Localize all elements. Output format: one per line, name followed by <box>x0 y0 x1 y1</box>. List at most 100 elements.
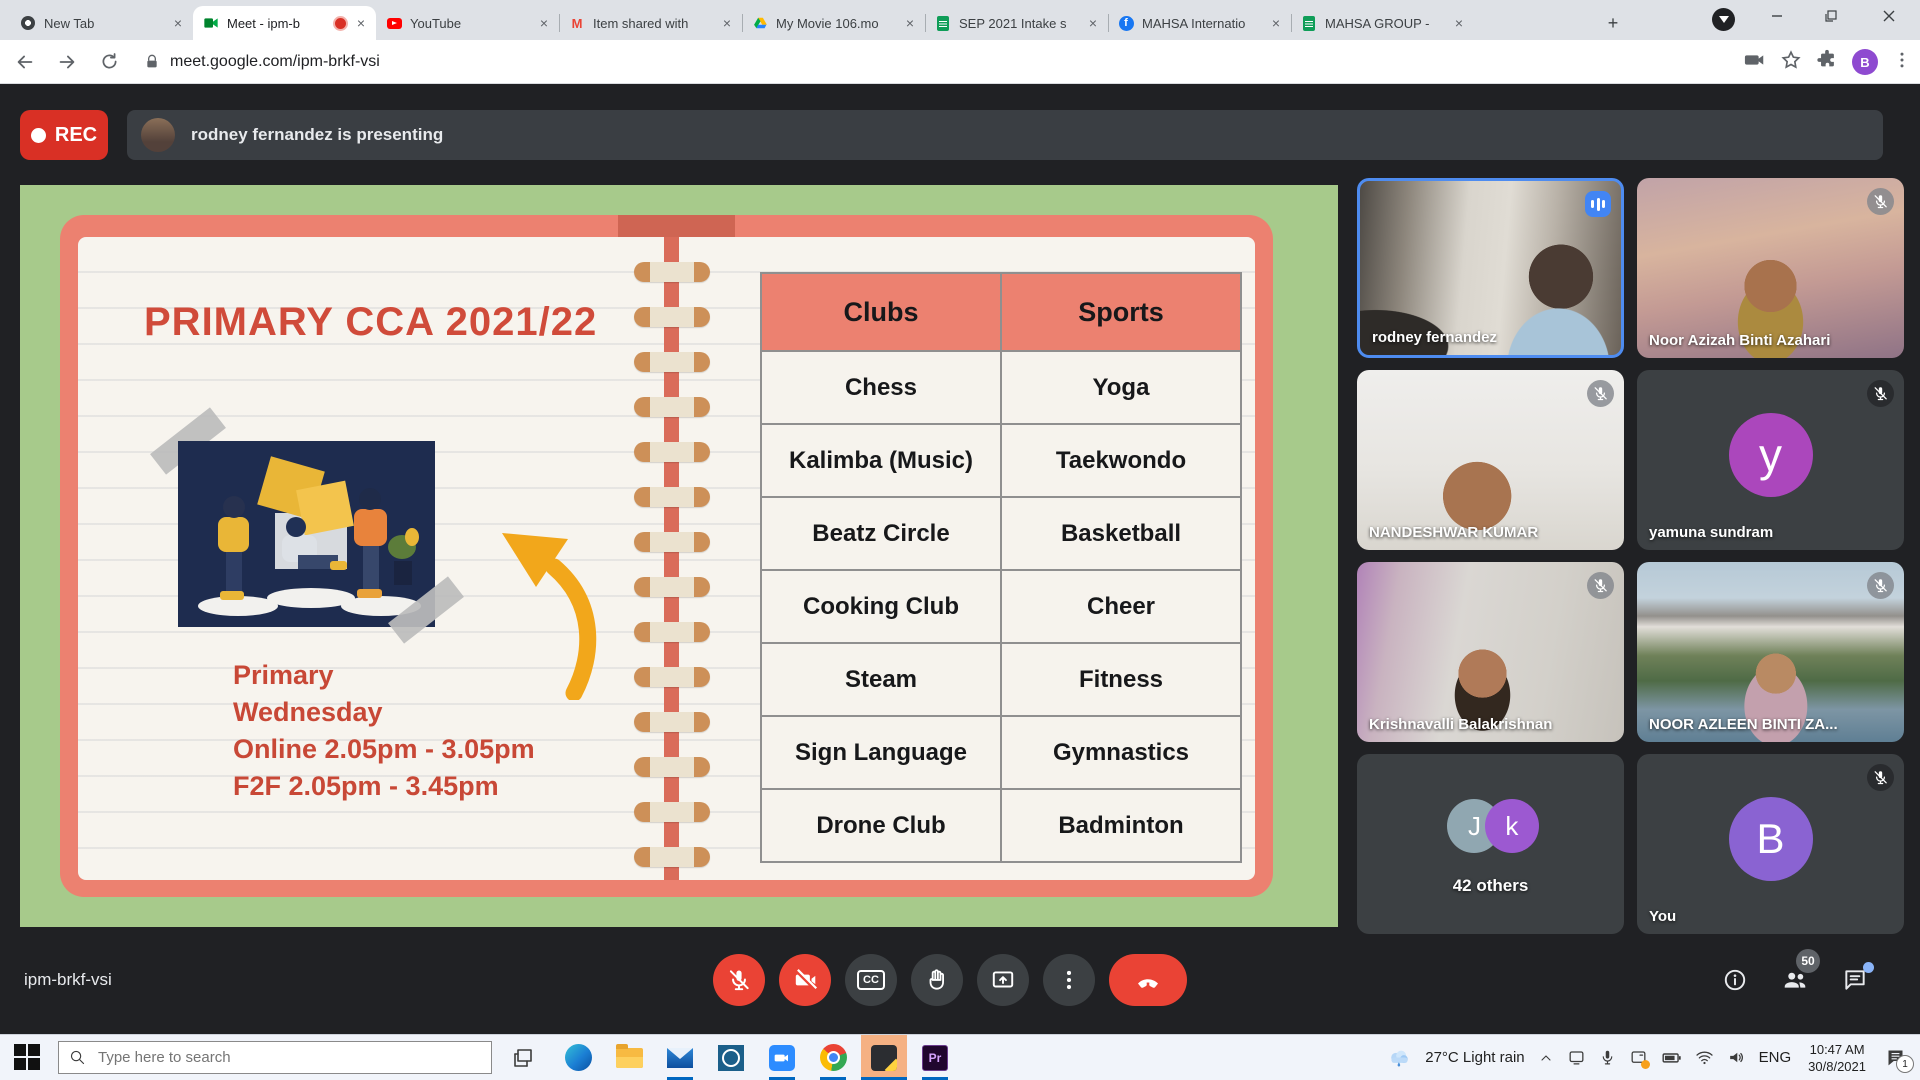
participant-name: yamuna sundram <box>1649 524 1773 541</box>
close-icon[interactable]: × <box>352 14 370 32</box>
tab-sheets-sep-intake[interactable]: SEP 2021 Intake s × <box>925 6 1108 40</box>
avatar: B <box>1729 797 1813 881</box>
participant-name: NANDESHWAR KUMAR <box>1369 524 1538 541</box>
tab-drive-movie[interactable]: My Movie 106.mo × <box>742 6 925 40</box>
tray-touchpad-icon[interactable] <box>1629 1048 1648 1067</box>
recording-dot-icon <box>333 16 348 31</box>
participant-tile-noor-azleen[interactable]: NOOR AZLEEN BINTI ZA... <box>1637 562 1904 742</box>
meeting-details-button[interactable] <box>1720 965 1750 995</box>
omnibox[interactable]: meet.google.com/ipm-brkf-vsi <box>144 53 380 71</box>
tab-title: My Movie 106.mo <box>776 16 901 31</box>
titlebar-extension-icon[interactable] <box>1712 8 1735 31</box>
close-icon[interactable]: × <box>169 14 187 32</box>
cast-icon[interactable] <box>1567 1048 1586 1067</box>
raise-hand-button[interactable] <box>911 954 963 1006</box>
notification-count-badge: 1 <box>1896 1055 1914 1073</box>
taskbar-video-app-icon[interactable] <box>759 1035 805 1080</box>
close-icon[interactable]: × <box>535 14 553 32</box>
tray-chevron-up-icon[interactable] <box>1538 1050 1554 1066</box>
taskbar-active-app-icon[interactable] <box>861 1035 907 1080</box>
wifi-icon[interactable] <box>1695 1048 1714 1067</box>
participant-name: You <box>1649 908 1676 925</box>
tab-facebook-mahsa[interactable]: f MAHSA Internatio × <box>1108 6 1291 40</box>
volume-icon[interactable] <box>1727 1048 1746 1067</box>
window-close-button[interactable] <box>1866 0 1912 32</box>
participant-tile-yamuna[interactable]: y yamuna sundram <box>1637 370 1904 550</box>
participant-tile-nandeshwar[interactable]: NANDESHWAR KUMAR <box>1357 370 1624 550</box>
participant-tile-others[interactable]: J k 42 others <box>1357 754 1624 934</box>
start-button[interactable] <box>14 1044 42 1072</box>
reload-button[interactable] <box>92 45 126 79</box>
participant-tile-rodney[interactable]: rodney fernandez <box>1357 178 1624 358</box>
date-text: 30/8/2021 <box>1808 1058 1866 1075</box>
window-maximize-button[interactable] <box>1808 0 1854 32</box>
taskbar-mail-icon[interactable] <box>657 1035 703 1080</box>
tab-title: Item shared with <box>593 16 718 31</box>
tab-sheets-mahsa-group[interactable]: MAHSA GROUP - × <box>1291 6 1474 40</box>
back-button[interactable] <box>8 45 42 79</box>
weather-text[interactable]: 27°C Light rain <box>1425 1049 1524 1066</box>
recording-badge: REC <box>20 110 108 160</box>
participant-tile-krishnavalli[interactable]: Krishnavalli Balakrishnan <box>1357 562 1624 742</box>
notification-center-icon[interactable]: 1 <box>1885 1047 1906 1068</box>
tab-camera-in-use-icon[interactable] <box>1744 49 1766 76</box>
schedule-text: Primary Wednesday Online 2.05pm - 3.05pm… <box>233 657 535 805</box>
forward-button[interactable] <box>50 45 84 79</box>
tab-youtube[interactable]: YouTube × <box>376 6 559 40</box>
rec-dot-icon <box>31 128 46 143</box>
browser-menu-kebab-icon[interactable] <box>1892 50 1912 75</box>
new-tab-button[interactable]: + <box>1600 10 1626 36</box>
captions-button[interactable]: CC <box>845 954 897 1006</box>
language-indicator[interactable]: ENG <box>1759 1049 1792 1066</box>
drive-icon <box>752 15 768 31</box>
chat-button[interactable] <box>1840 965 1870 995</box>
taskbar-edge-icon[interactable] <box>555 1035 601 1080</box>
close-icon[interactable]: × <box>1267 14 1285 32</box>
extensions-puzzle-icon[interactable] <box>1816 49 1838 76</box>
participant-tile-you[interactable]: B You <box>1637 754 1904 934</box>
facebook-icon: f <box>1118 15 1134 31</box>
task-view-button[interactable] <box>500 1035 546 1080</box>
tab-gmail-item[interactable]: M Item shared with × <box>559 6 742 40</box>
mic-mute-button[interactable] <box>713 954 765 1006</box>
weather-icon[interactable] <box>1386 1045 1412 1071</box>
browser-profile-avatar[interactable]: B <box>1852 49 1878 75</box>
url-text[interactable]: meet.google.com/ipm-brkf-vsi <box>170 53 380 71</box>
taskbar-clock[interactable]: 10:47 AM 30/8/2021 <box>1808 1041 1866 1075</box>
taskbar-dell-icon[interactable] <box>708 1035 754 1080</box>
close-icon[interactable]: × <box>1450 14 1468 32</box>
mic-off-icon <box>1587 572 1614 599</box>
mic-off-icon <box>1867 764 1894 791</box>
close-icon[interactable]: × <box>718 14 736 32</box>
tray-mic-icon[interactable] <box>1599 1049 1616 1066</box>
schedule-line: Wednesday <box>233 694 535 731</box>
taskbar-premiere-icon[interactable]: Pr <box>912 1035 958 1080</box>
participants-button[interactable]: 50 <box>1780 965 1810 995</box>
search-input[interactable] <box>96 1048 460 1067</box>
cc-icon: CC <box>857 970 885 990</box>
speaking-indicator-icon <box>1585 191 1611 217</box>
gmail-icon: M <box>569 15 585 31</box>
youtube-icon <box>386 15 402 31</box>
slide-illustration <box>178 441 435 627</box>
close-icon[interactable]: × <box>1084 14 1102 32</box>
camera-off-button[interactable] <box>779 954 831 1006</box>
table-row: Kalimba (Music) Taekwondo <box>762 423 1240 496</box>
window-minimize-button[interactable] <box>1754 0 1800 32</box>
close-icon[interactable]: × <box>901 14 919 32</box>
end-call-button[interactable] <box>1109 954 1187 1006</box>
participant-name: NOOR AZLEEN BINTI ZA... <box>1649 716 1838 733</box>
participant-tile-noor-azizah[interactable]: Noor Azizah Binti Azahari <box>1637 178 1904 358</box>
more-options-button[interactable] <box>1043 954 1095 1006</box>
tab-meet[interactable]: Meet - ipm-b × <box>193 6 376 40</box>
taskbar-file-explorer-icon[interactable] <box>606 1035 652 1080</box>
battery-icon[interactable] <box>1661 1047 1682 1068</box>
bookmark-star-icon[interactable] <box>1780 49 1802 76</box>
present-screen-button[interactable] <box>977 954 1029 1006</box>
presenting-text: rodney fernandez is presenting <box>191 125 443 145</box>
taskbar-search[interactable] <box>58 1041 492 1074</box>
taskbar-chrome-icon[interactable] <box>810 1035 856 1080</box>
tab-new-tab[interactable]: New Tab × <box>10 6 193 40</box>
meet-main: REC rodney fernandez is presenting PRIMA… <box>0 84 1920 1034</box>
globe-icon <box>20 15 36 31</box>
